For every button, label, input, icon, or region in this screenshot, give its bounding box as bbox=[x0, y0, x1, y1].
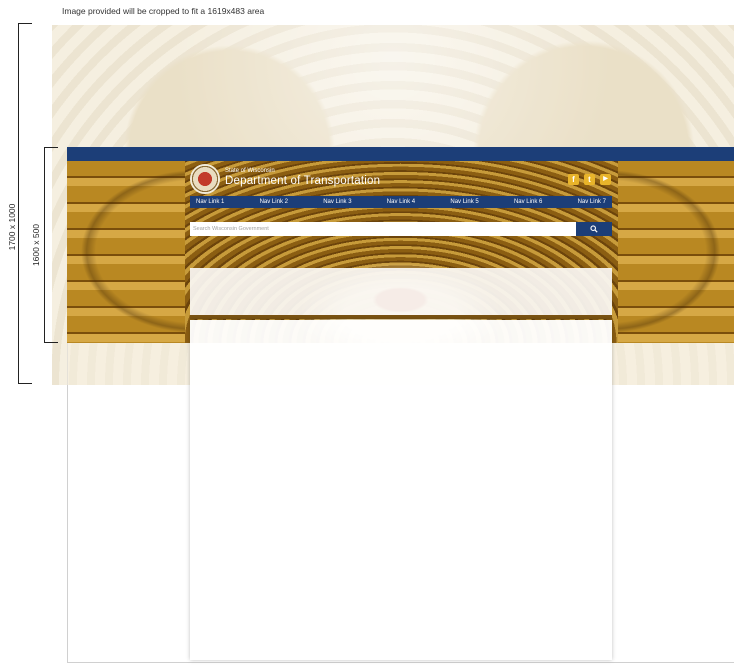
inner-dimension-label: 1600 x 500 bbox=[31, 223, 41, 267]
search-input[interactable] bbox=[190, 222, 576, 236]
nav-link-2[interactable]: Nav Link 2 bbox=[260, 199, 288, 205]
search-icon bbox=[590, 225, 598, 233]
top-utility-bar bbox=[67, 147, 734, 161]
hero-right-dome-panel bbox=[618, 160, 734, 343]
facebook-icon[interactable]: f bbox=[568, 174, 579, 185]
state-name: State of Wisconsin bbox=[225, 168, 275, 174]
outer-dimension-label: 1700 x 1000 bbox=[7, 203, 17, 251]
nav-link-5[interactable]: Nav Link 5 bbox=[450, 199, 478, 205]
nav-link-1[interactable]: Nav Link 1 bbox=[196, 199, 224, 205]
state-seal-logo[interactable] bbox=[190, 164, 220, 194]
main-nav: Nav Link 1 Nav Link 2 Nav Link 3 Nav Lin… bbox=[190, 196, 612, 208]
content-top-panel bbox=[190, 268, 612, 315]
main-content-panel bbox=[190, 320, 612, 660]
inner-dimension-bracket bbox=[44, 147, 58, 343]
search-button[interactable] bbox=[576, 222, 612, 236]
crop-note-caption: Image provided will be cropped to fit a … bbox=[62, 6, 265, 16]
nav-link-6[interactable]: Nav Link 6 bbox=[514, 199, 542, 205]
department-name[interactable]: Department of Transportation bbox=[225, 175, 380, 187]
nav-link-4[interactable]: Nav Link 4 bbox=[387, 199, 415, 205]
nav-link-3[interactable]: Nav Link 3 bbox=[323, 199, 351, 205]
youtube-icon[interactable]: ▶ bbox=[600, 174, 611, 185]
hero-left-dome-panel bbox=[67, 160, 185, 343]
nav-link-7[interactable]: Nav Link 7 bbox=[578, 199, 606, 205]
twitter-icon[interactable]: t bbox=[584, 174, 595, 185]
outer-dimension-bracket bbox=[18, 23, 32, 384]
content-divider bbox=[190, 315, 612, 319]
